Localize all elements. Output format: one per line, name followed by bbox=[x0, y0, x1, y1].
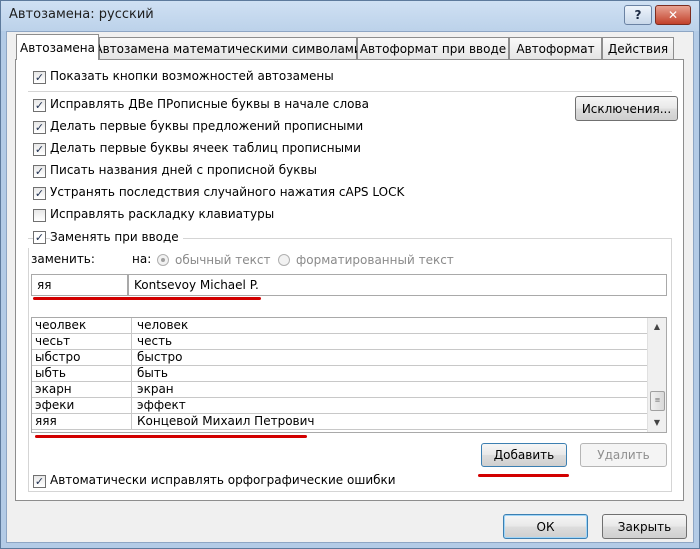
annotation-underline bbox=[478, 474, 569, 477]
replace-label: заменить: bbox=[31, 252, 95, 266]
scroll-up-icon[interactable]: ▲ bbox=[648, 320, 666, 334]
formatted-text-radio[interactable] bbox=[278, 254, 290, 266]
keyboard-layout-label: Исправлять раскладку клавиатуры bbox=[50, 207, 275, 221]
caps-lock-label: Устранять последствия случайного нажатия… bbox=[50, 185, 405, 199]
exceptions-button[interactable]: Исключения... bbox=[575, 96, 678, 121]
capitalize-days-checkbox[interactable]: ✓ bbox=[33, 165, 46, 178]
two-caps-checkbox[interactable]: ✓ bbox=[33, 99, 46, 112]
scroll-thumb[interactable]: ≡ bbox=[650, 391, 665, 411]
show-buttons-label: Показать кнопки возможностей автозамены bbox=[50, 69, 334, 83]
replace-input[interactable]: яя bbox=[31, 274, 128, 296]
group-border bbox=[28, 491, 672, 492]
capitalize-days-label: Писать названия дней с прописной буквы bbox=[50, 163, 318, 177]
help-button[interactable]: ? bbox=[624, 5, 652, 25]
table-row[interactable]: чеолвек человек bbox=[32, 318, 647, 334]
tab-math-autocorrect[interactable]: Автозамена математическими символами bbox=[94, 37, 362, 59]
cancel-button[interactable]: Закрыть bbox=[602, 514, 687, 539]
with-input[interactable]: Kontsevoy Michael P. bbox=[128, 274, 667, 296]
tab-autocorrect[interactable]: Автозамена bbox=[16, 34, 99, 60]
table-row[interactable]: ыбть быть bbox=[32, 366, 647, 382]
plain-text-label: обычный текст bbox=[175, 253, 271, 267]
replace-as-you-type-checkbox[interactable]: ✓ bbox=[33, 231, 46, 244]
delete-button[interactable]: Удалить bbox=[580, 443, 667, 467]
scroll-down-icon[interactable]: ▼ bbox=[648, 416, 666, 430]
capitalize-sentences-label: Делать первые буквы предложений прописны… bbox=[50, 119, 364, 133]
group-border bbox=[671, 238, 672, 492]
list-scrollbar[interactable]: ▲ ≡ ▼ bbox=[647, 318, 666, 432]
group-border bbox=[28, 248, 29, 492]
caps-lock-checkbox[interactable]: ✓ bbox=[33, 187, 46, 200]
ok-button[interactable]: ОК bbox=[503, 514, 588, 539]
table-row[interactable]: эфеки эффект bbox=[32, 398, 647, 414]
tab-autoformat-as-you-type[interactable]: Автоформат при вводе bbox=[357, 37, 509, 59]
table-row[interactable]: яяя Концевой Михаил Петрович bbox=[32, 414, 647, 430]
spelling-label: Автоматически исправлять орфографические… bbox=[50, 473, 396, 487]
keyboard-layout-checkbox[interactable] bbox=[33, 209, 46, 222]
with-label: на: bbox=[132, 252, 152, 266]
add-button[interactable]: Добавить bbox=[481, 443, 567, 467]
annotation-underline bbox=[33, 297, 261, 300]
two-caps-label: Исправлять ДВе ПРописные буквы в начале … bbox=[50, 97, 369, 111]
plain-text-radio[interactable] bbox=[157, 254, 169, 266]
close-window-button[interactable]: ✕ bbox=[655, 5, 691, 25]
table-row[interactable]: ыбстро быстро bbox=[32, 350, 647, 366]
capitalize-cells-checkbox[interactable]: ✓ bbox=[33, 143, 46, 156]
autocorrect-entries-list[interactable]: чеолвек человек чесьт честь ыбстро быстро ы… bbox=[31, 317, 667, 433]
help-icon: ? bbox=[634, 8, 642, 22]
formatted-text-label: форматированный текст bbox=[296, 253, 454, 267]
spelling-checkbox[interactable]: ✓ bbox=[33, 475, 46, 488]
close-icon: ✕ bbox=[667, 8, 679, 22]
table-row[interactable]: экарн экран bbox=[32, 382, 647, 398]
annotation-underline bbox=[35, 435, 307, 438]
show-buttons-checkbox[interactable]: ✓ bbox=[33, 71, 46, 84]
capitalize-cells-label: Делать первые буквы ячеек таблиц прописн… bbox=[50, 141, 361, 155]
separator bbox=[28, 91, 672, 92]
table-row[interactable]: чесьт честь bbox=[32, 334, 647, 350]
replace-as-you-type-label: Заменять при вводе bbox=[50, 230, 183, 244]
tab-actions[interactable]: Действия bbox=[602, 37, 674, 59]
window-title: Автозамена: русский bbox=[9, 7, 154, 22]
tab-autoformat[interactable]: Автоформат bbox=[509, 37, 602, 59]
capitalize-sentences-checkbox[interactable]: ✓ bbox=[33, 121, 46, 134]
